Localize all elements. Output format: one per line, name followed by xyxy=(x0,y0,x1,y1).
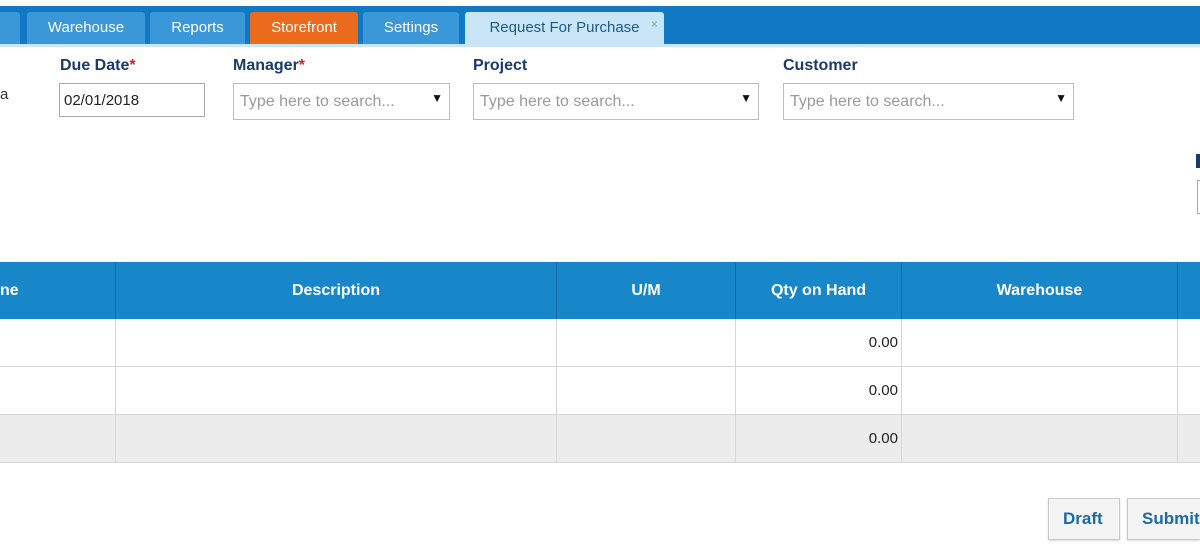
column-header-qty-on-hand[interactable]: Qty on Hand xyxy=(736,262,902,319)
customer-placeholder: Type here to search... xyxy=(790,93,945,110)
required-mark: * xyxy=(298,57,306,74)
tab-request-for-purchase[interactable]: Request For Purchase × xyxy=(465,12,664,44)
due-date-input[interactable] xyxy=(59,83,205,117)
due-date-label-text: Due Date xyxy=(60,57,130,74)
cell-qty-on-hand: 0.00 xyxy=(736,367,902,414)
manager-search-field[interactable]: Type here to search... ▼ xyxy=(233,83,450,120)
manager-placeholder: Type here to search... xyxy=(240,93,395,110)
tab-underline xyxy=(0,44,1200,47)
cell-um[interactable] xyxy=(557,367,736,414)
tab-request-for-purchase-label: Request For Purchase xyxy=(489,19,640,36)
dropdown-arrow-icon[interactable]: ▼ xyxy=(1055,91,1067,105)
cell-warehouse[interactable] xyxy=(902,415,1178,462)
column-header-name[interactable]: ne xyxy=(0,262,116,319)
cell-warehouse[interactable] xyxy=(902,367,1178,414)
table-row[interactable]: 0.00 xyxy=(0,415,1200,463)
cell-name[interactable] xyxy=(0,415,116,462)
cell-description[interactable] xyxy=(116,415,557,462)
cell-name[interactable] xyxy=(0,319,116,366)
due-date-label: Due Date* xyxy=(60,57,136,75)
project-search-field[interactable]: Type here to search... ▼ xyxy=(473,83,759,120)
cell-qty-on-hand: 0.00 xyxy=(736,415,902,462)
cut-off-label xyxy=(1196,154,1200,168)
table-row[interactable]: 0.00 xyxy=(0,319,1200,367)
tab-storefront[interactable]: Storefront xyxy=(250,12,358,44)
project-placeholder: Type here to search... xyxy=(480,93,635,110)
cell-name[interactable] xyxy=(0,367,116,414)
grid-header: ne Description U/M Qty on Hand Warehouse xyxy=(0,262,1200,319)
column-header-um[interactable]: U/M xyxy=(557,262,736,319)
cell-um[interactable] xyxy=(557,415,736,462)
cell-description[interactable] xyxy=(116,367,557,414)
table-row[interactable]: 0.00 xyxy=(0,367,1200,415)
dropdown-arrow-icon[interactable]: ▼ xyxy=(431,91,443,105)
required-mark: * xyxy=(129,57,136,74)
column-header-cut-off[interactable] xyxy=(1178,262,1200,319)
tab-cut-off[interactable] xyxy=(0,12,20,44)
manager-label-text: Manager xyxy=(233,57,299,74)
cell-description[interactable] xyxy=(116,319,557,366)
column-header-description[interactable]: Description xyxy=(116,262,557,319)
submit-button[interactable]: Submit xyxy=(1127,498,1200,540)
partial-left-text: a xyxy=(0,86,9,103)
cell-qty-on-hand: 0.00 xyxy=(736,319,902,366)
cell-warehouse[interactable] xyxy=(902,319,1178,366)
customer-label: Customer xyxy=(783,57,858,74)
tab-settings[interactable]: Settings xyxy=(363,12,459,44)
project-label: Project xyxy=(473,57,528,74)
tab-warehouse[interactable]: Warehouse xyxy=(27,12,145,44)
tab-reports[interactable]: Reports xyxy=(150,12,245,44)
close-tab-icon[interactable]: × xyxy=(651,9,658,40)
draft-button[interactable]: Draft xyxy=(1048,498,1120,540)
customer-search-field[interactable]: Type here to search... ▼ xyxy=(783,83,1074,120)
column-header-warehouse[interactable]: Warehouse xyxy=(902,262,1178,319)
manager-label: Manager* xyxy=(233,57,305,75)
cell-um[interactable] xyxy=(557,319,736,366)
dropdown-arrow-icon[interactable]: ▼ xyxy=(740,91,752,105)
